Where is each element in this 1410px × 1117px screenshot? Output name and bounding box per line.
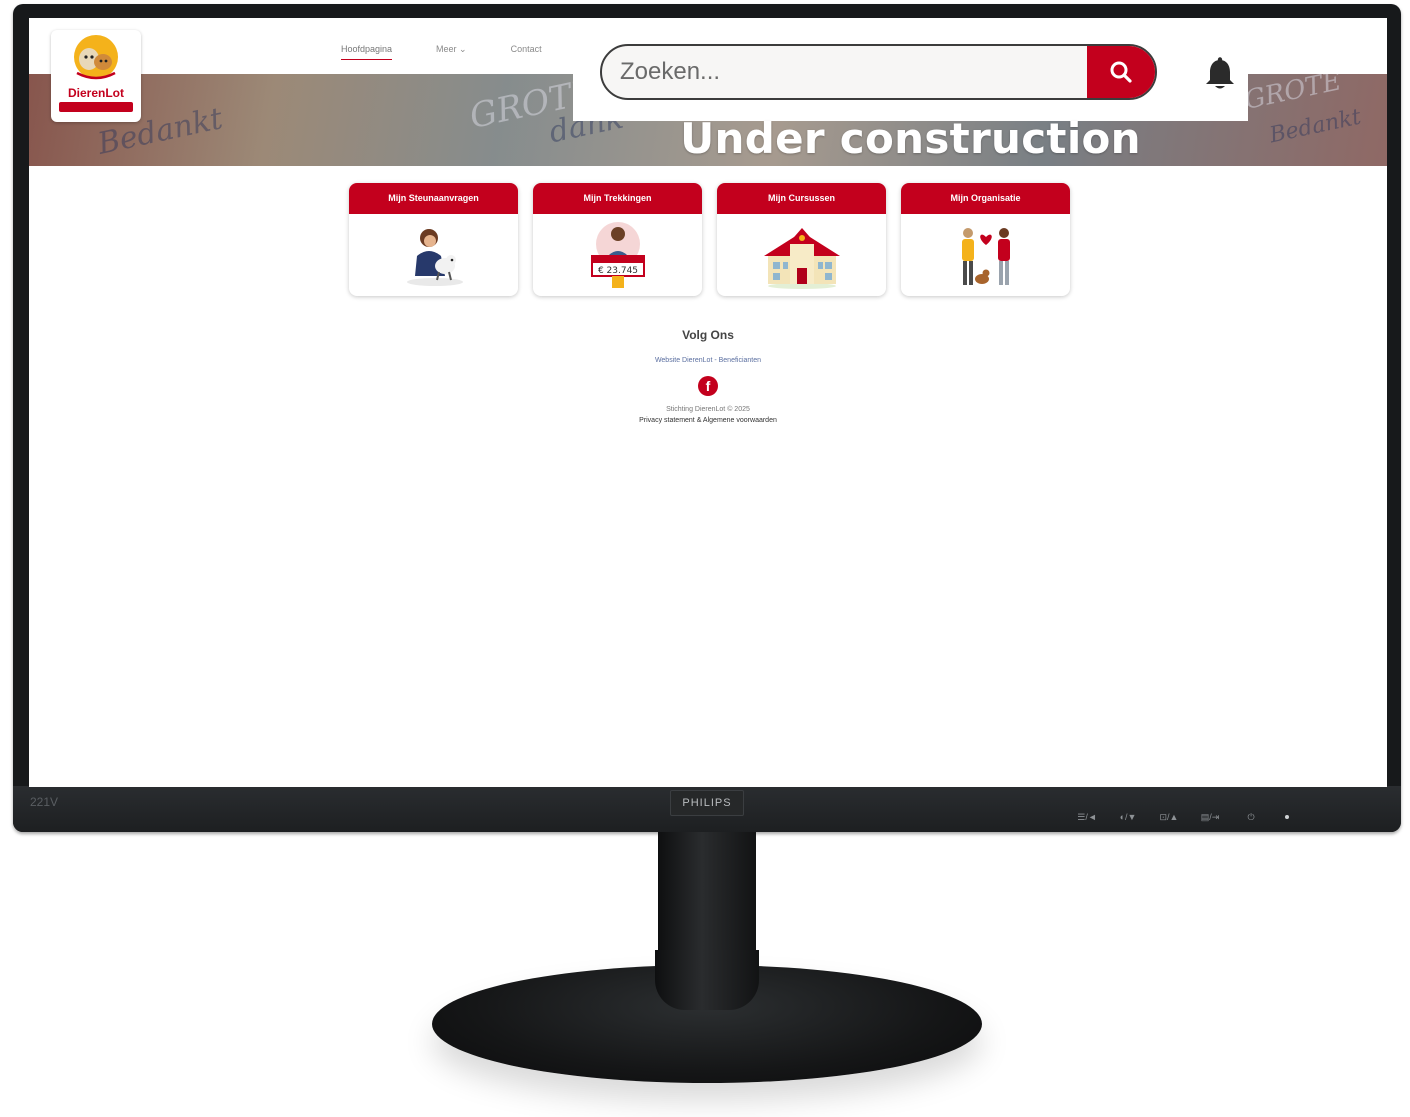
page-footer: Volg Ons Website DierenLot - Beneficiant…	[29, 328, 1387, 424]
dashboard-cards: Mijn Steunaanvragen Mijn Trekkingen € 23…	[349, 183, 1070, 296]
screen: Bedankt GROTE dank GROTE Bedankt Hoofdpa…	[29, 18, 1387, 787]
dierenlot-logo[interactable]: DierenLot	[51, 30, 141, 122]
card-organisatie[interactable]: Mijn Organisatie	[901, 183, 1070, 296]
nav-contact[interactable]: Contact	[511, 44, 542, 60]
card-trekkingen[interactable]: Mijn Trekkingen € 23.745	[533, 183, 702, 296]
person-with-dog-icon	[406, 229, 463, 286]
monitor-brand-badge: PHILIPS	[670, 790, 744, 816]
search-icon	[1110, 61, 1132, 83]
card-cursussen[interactable]: Mijn Cursussen	[717, 183, 886, 296]
card-title: Mijn Trekkingen	[533, 183, 702, 214]
school-building-icon	[763, 228, 840, 289]
follow-heading: Volg Ons	[682, 328, 734, 342]
monitor-controls: ☰/◄ ◐/▼ ⊡/▲ ▤/⇥ ⏻	[1075, 812, 1263, 823]
card-steunaanvragen[interactable]: Mijn Steunaanvragen	[349, 183, 518, 296]
under-construction-banner: Under construction	[680, 114, 1141, 163]
power-led	[1285, 815, 1289, 819]
monitor-control-input[interactable]: ⊡/▲	[1157, 812, 1181, 823]
nav-home[interactable]: Hoofdpagina	[341, 44, 393, 60]
card-title: Mijn Organisatie	[901, 183, 1070, 214]
nav-more[interactable]: Meer ⌄	[436, 44, 467, 60]
search-input[interactable]	[602, 46, 1090, 98]
copyright-text: Stichting DierenLot © 2025	[666, 406, 750, 413]
logo-animals-icon	[74, 35, 118, 80]
person-holding-check-icon: € 23.745	[590, 222, 645, 288]
logo-text: DierenLot	[67, 86, 124, 100]
check-amount: € 23.745	[597, 266, 637, 276]
card-title: Mijn Cursussen	[717, 183, 886, 214]
search-overlay	[573, 18, 1248, 121]
hero-word: Bedankt	[1267, 104, 1364, 149]
bell-icon[interactable]	[1203, 56, 1237, 92]
legal-link[interactable]: Privacy statement & Algemene voorwaarden	[29, 417, 1387, 424]
card-title: Mijn Steunaanvragen	[349, 183, 518, 214]
search-button[interactable]	[1087, 46, 1155, 98]
facebook-icon[interactable]: f	[698, 376, 718, 396]
stand-neck-joint	[655, 950, 759, 1010]
people-with-heart-icon	[961, 228, 1010, 285]
monitor-control-menu[interactable]: ☰/◄	[1075, 812, 1099, 823]
search-box	[600, 44, 1157, 100]
hero-word: GROTE	[1241, 74, 1345, 116]
monitor-model-label: 221V	[30, 795, 59, 809]
monitor-control-mode[interactable]: ▤/⇥	[1198, 812, 1222, 823]
nav-links: Hoofdpagina Meer ⌄ Contact	[341, 44, 542, 60]
website-link[interactable]: Website DierenLot - Beneficianten	[29, 357, 1387, 364]
monitor-control-brightness[interactable]: ◐/▼	[1116, 812, 1140, 823]
monitor-power-button[interactable]: ⏻	[1239, 812, 1263, 823]
logo-subbar	[59, 102, 133, 112]
